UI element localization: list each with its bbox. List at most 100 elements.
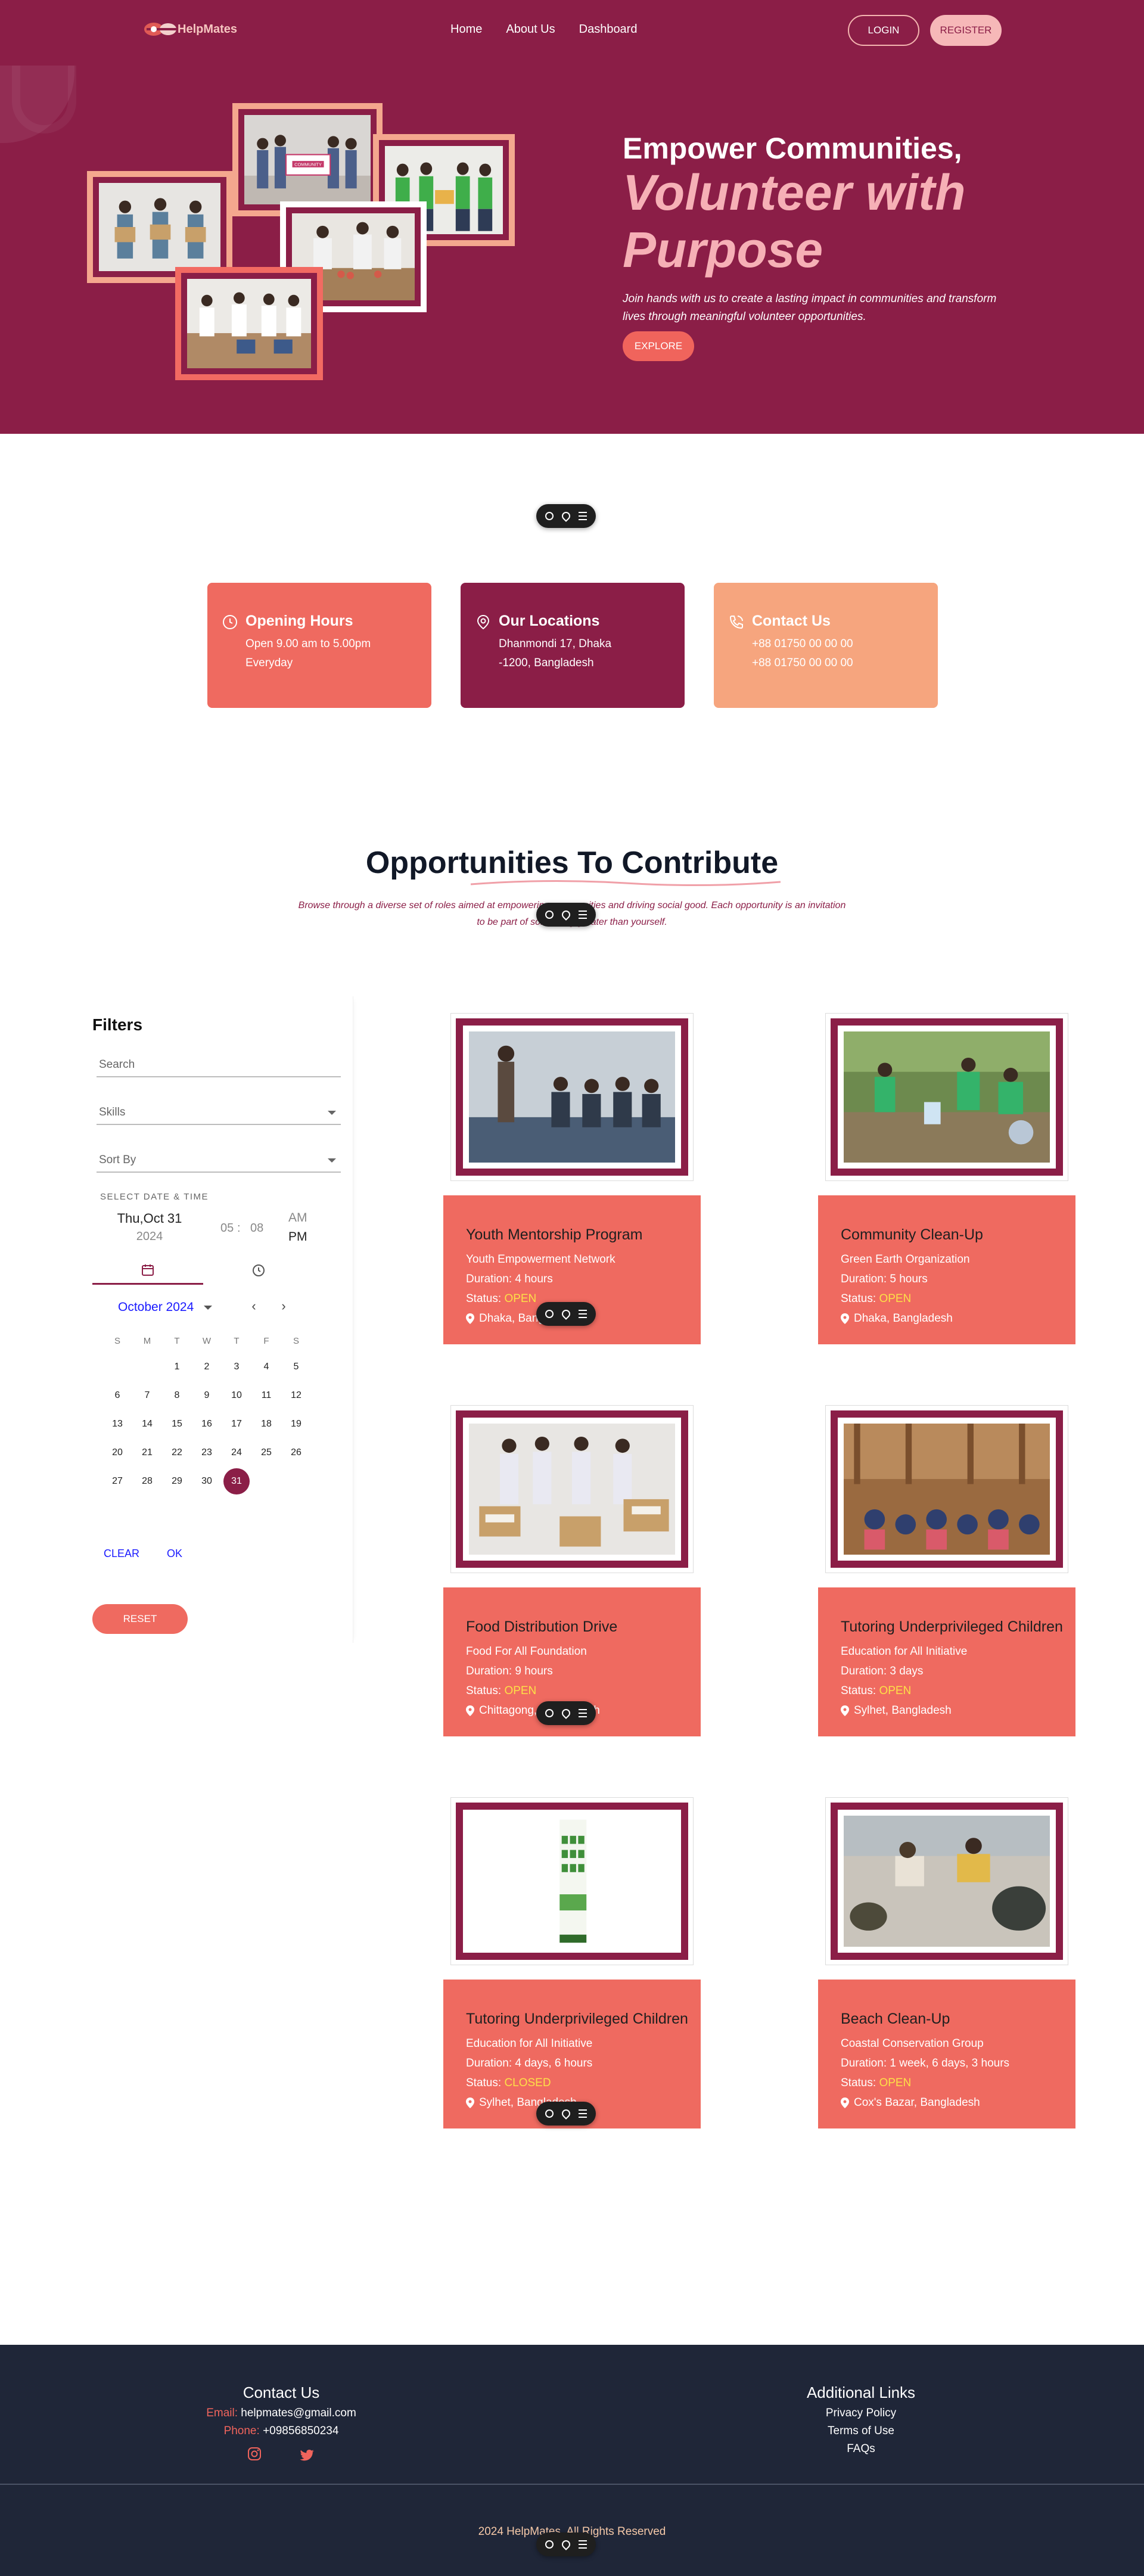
calendar-day[interactable]: 28 [132,1467,162,1496]
menu-icon[interactable] [579,1709,587,1717]
calendar-day[interactable]: 11 [251,1381,281,1410]
comment-icon[interactable] [545,2109,554,2118]
menu-icon[interactable] [579,2540,587,2549]
calendar-day[interactable]: 8 [162,1381,192,1410]
skills-select[interactable]: Skills [97,1099,341,1125]
floating-toolbar[interactable] [536,2102,596,2126]
calendar-day[interactable]: 6 [102,1381,132,1410]
phone-value[interactable]: +09856850234 [263,2425,338,2437]
info-card-contact: Contact Us +88 01750 00 00 00 +88 01750 … [714,583,938,708]
calendar-month-label[interactable]: October 2024 [118,1300,194,1315]
instagram-icon[interactable] [247,2446,262,2462]
next-month-button[interactable]: › [276,1300,291,1314]
weekday-header: M [143,1335,151,1346]
logo[interactable]: HelpMates [142,20,237,38]
card-details: Community Clean-Up Green Earth Organizat… [818,1195,1075,1344]
nav-about-us[interactable]: About Us [506,23,555,36]
floating-toolbar[interactable] [536,903,596,927]
pm-toggle[interactable]: PM [288,1230,307,1244]
footer-contact-title: Contact Us [243,2384,320,2401]
calendar-day[interactable]: 26 [281,1438,311,1467]
calendar-day[interactable]: 21 [132,1438,162,1467]
sort-by-select[interactable]: Sort By [97,1146,341,1173]
hour-value[interactable]: 05 [220,1222,234,1235]
calendar-day[interactable]: 16 [192,1410,222,1438]
calendar-day[interactable]: 18 [251,1410,281,1438]
reset-button[interactable]: RESET [92,1604,188,1634]
nav-home[interactable]: Home [450,23,482,36]
floating-toolbar[interactable] [536,1302,596,1326]
calendar-day[interactable]: 12 [281,1381,311,1410]
comment-icon[interactable] [545,512,554,520]
calendar-day[interactable]: 31 [222,1467,251,1496]
calendar-day[interactable]: 13 [102,1410,132,1438]
tag-icon[interactable] [560,909,572,921]
nav-dashboard[interactable]: Dashboard [579,23,638,36]
footer-link-privacy[interactable]: Privacy Policy [712,2404,1010,2422]
webpage-screenshot-photo [469,1816,675,1947]
register-button[interactable]: REGISTER [930,15,1002,46]
tag-icon[interactable] [560,2108,572,2120]
month-dropdown-icon[interactable] [204,1306,212,1310]
location-pin-icon [841,1313,849,1324]
selected-year[interactable]: 2024 [117,1230,182,1244]
twitter-icon[interactable] [300,2447,315,2463]
selected-date[interactable]: Thu,Oct 31 [117,1211,182,1226]
card-organization: Green Earth Organization [841,1253,970,1266]
calendar-day-selected[interactable]: 31 [223,1468,250,1494]
calendar-day[interactable]: 17 [222,1410,251,1438]
tag-icon[interactable] [560,1707,572,1719]
calendar-day[interactable]: 23 [192,1438,222,1467]
calendar-day[interactable]: 9 [192,1381,222,1410]
calendar-day[interactable]: 30 [192,1467,222,1496]
calendar-day[interactable]: 4 [251,1353,281,1381]
tag-icon[interactable] [560,510,572,522]
calendar-day[interactable]: 10 [222,1381,251,1410]
calendar-day[interactable]: 3 [222,1353,251,1381]
calendar-ok-button[interactable]: OK [167,1548,182,1560]
calendar-day[interactable]: 29 [162,1467,192,1496]
card-organization: Education for All Initiative [841,1645,968,1658]
calendar-day[interactable]: 24 [222,1438,251,1467]
status-badge: OPEN [879,1292,912,1305]
search-input[interactable]: Search [97,1051,341,1077]
menu-icon[interactable] [579,1310,587,1318]
tag-icon[interactable] [560,1308,572,1320]
footer-link-faqs[interactable]: FAQs [712,2440,1010,2458]
comment-icon[interactable] [545,2540,554,2549]
tag-icon[interactable] [560,2538,572,2550]
calendar-day[interactable]: 19 [281,1410,311,1438]
calendar-clear-button[interactable]: CLEAR [104,1548,139,1560]
menu-icon[interactable] [579,2109,587,2118]
menu-icon[interactable] [579,911,587,919]
floating-toolbar[interactable] [536,2533,596,2556]
floating-toolbar[interactable] [536,504,596,528]
email-value[interactable]: helpmates@gmail.com [241,2407,356,2419]
calendar-day[interactable]: 2 [192,1353,222,1381]
card-image-frame [825,1405,1068,1573]
tab-clock[interactable] [203,1256,314,1285]
menu-icon[interactable] [579,512,587,520]
comment-icon[interactable] [545,1310,554,1318]
login-button[interactable]: LOGIN [848,15,919,46]
explore-button[interactable]: EXPLORE [623,331,694,361]
minute-value[interactable]: 08 [250,1222,263,1235]
calendar-day[interactable]: 1 [162,1353,192,1381]
calendar-day[interactable]: 5 [281,1353,311,1381]
calendar-day[interactable]: 14 [132,1410,162,1438]
tab-calendar[interactable] [92,1256,203,1285]
title-underline-decoration [471,880,781,887]
am-toggle[interactable]: AM [288,1211,307,1225]
floating-toolbar[interactable] [536,1701,596,1725]
comment-icon[interactable] [545,911,554,919]
calendar-day[interactable]: 7 [132,1381,162,1410]
footer-link-terms[interactable]: Terms of Use [712,2422,1010,2440]
calendar-day[interactable]: 22 [162,1438,192,1467]
calendar-day[interactable]: 15 [162,1410,192,1438]
previous-month-button[interactable]: ‹ [247,1300,261,1314]
info-card-line: +88 01750 00 00 00 [752,657,853,669]
calendar-day[interactable]: 20 [102,1438,132,1467]
calendar-day[interactable]: 25 [251,1438,281,1467]
calendar-day[interactable]: 27 [102,1467,132,1496]
comment-icon[interactable] [545,1709,554,1717]
